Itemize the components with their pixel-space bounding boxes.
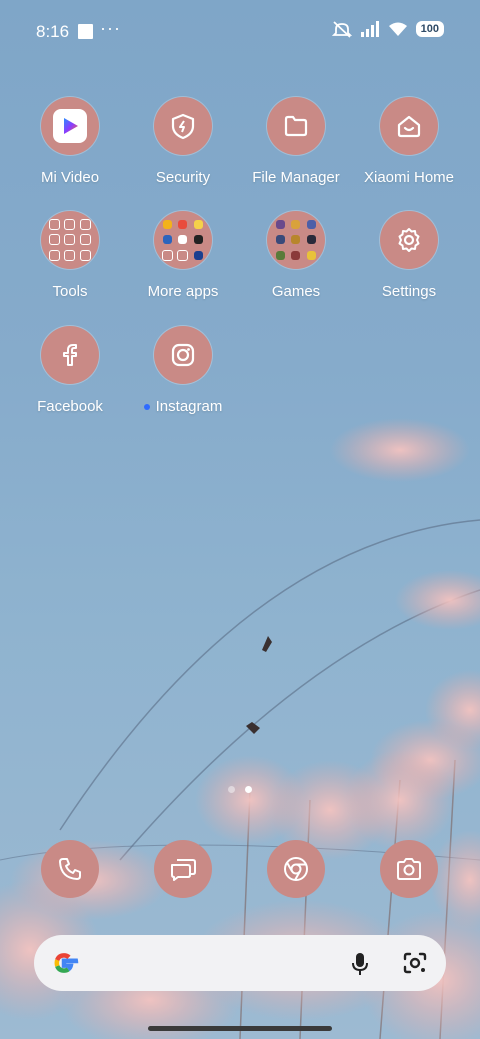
more-apps-folder-icon: [154, 211, 212, 269]
app-label: Settings: [381, 283, 437, 300]
app-label: Xiaomi Home: [363, 169, 455, 186]
gear-icon: [380, 211, 438, 269]
app-security[interactable]: Security: [127, 97, 239, 186]
folder-tools[interactable]: Tools: [14, 211, 126, 300]
page-dot-active: [245, 786, 252, 793]
microphone-icon[interactable]: [350, 951, 370, 977]
folder-games[interactable]: Games: [240, 211, 352, 300]
silent-mode-icon: [331, 21, 352, 38]
games-folder-icon: [267, 211, 325, 269]
app-settings[interactable]: Settings: [353, 211, 465, 300]
status-icons: 100: [331, 20, 444, 38]
status-bar: 8:16 ··· 100: [0, 0, 480, 64]
app-label: Games: [271, 283, 321, 300]
folder-icon: [267, 97, 325, 155]
app-file-manager[interactable]: File Manager: [240, 97, 352, 186]
camera-icon: [397, 858, 421, 880]
facebook-icon: [41, 326, 99, 384]
google-search-bar[interactable]: [34, 935, 446, 991]
page-indicator[interactable]: [0, 786, 480, 793]
google-g-icon: [54, 953, 79, 973]
folder-more-apps[interactable]: More apps: [127, 211, 239, 300]
dock-messages[interactable]: [154, 840, 212, 898]
tools-folder-icon: [41, 211, 99, 269]
dock-chrome[interactable]: [267, 840, 325, 898]
instagram-icon: [154, 326, 212, 384]
app-label-with-badge: Instagram: [127, 398, 239, 415]
app-label: Mi Video: [40, 169, 100, 186]
mi-video-icon: [41, 97, 99, 155]
notification-square-icon: [78, 24, 93, 39]
security-icon: [154, 97, 212, 155]
app-label: Instagram: [155, 398, 223, 415]
dock-camera[interactable]: [380, 840, 438, 898]
messages-icon: [171, 859, 196, 881]
signal-icon: [360, 21, 379, 37]
app-label: Tools: [52, 283, 88, 300]
app-xiaomi-home[interactable]: Xiaomi Home: [353, 97, 465, 186]
home-icon: [380, 97, 438, 155]
battery-indicator: 100: [415, 21, 444, 37]
google-lens-icon[interactable]: [402, 951, 428, 975]
status-time: 8:16: [36, 22, 70, 41]
home-indicator[interactable]: [148, 1026, 332, 1031]
app-label: Security: [155, 169, 211, 186]
app-label: More apps: [147, 283, 219, 300]
dock-phone[interactable]: [41, 840, 99, 898]
wifi-icon: [388, 22, 407, 36]
new-install-dot: [143, 404, 150, 411]
page-dot: [228, 786, 235, 793]
app-label: File Manager: [252, 169, 340, 186]
phone-icon: [59, 858, 81, 880]
app-label: Facebook: [37, 398, 103, 415]
app-instagram[interactable]: Instagram: [127, 326, 239, 415]
more-notifications-icon: ···: [100, 18, 121, 38]
app-mi-video[interactable]: Mi Video: [14, 97, 126, 186]
app-facebook[interactable]: Facebook: [14, 326, 126, 415]
chrome-icon: [284, 857, 308, 881]
